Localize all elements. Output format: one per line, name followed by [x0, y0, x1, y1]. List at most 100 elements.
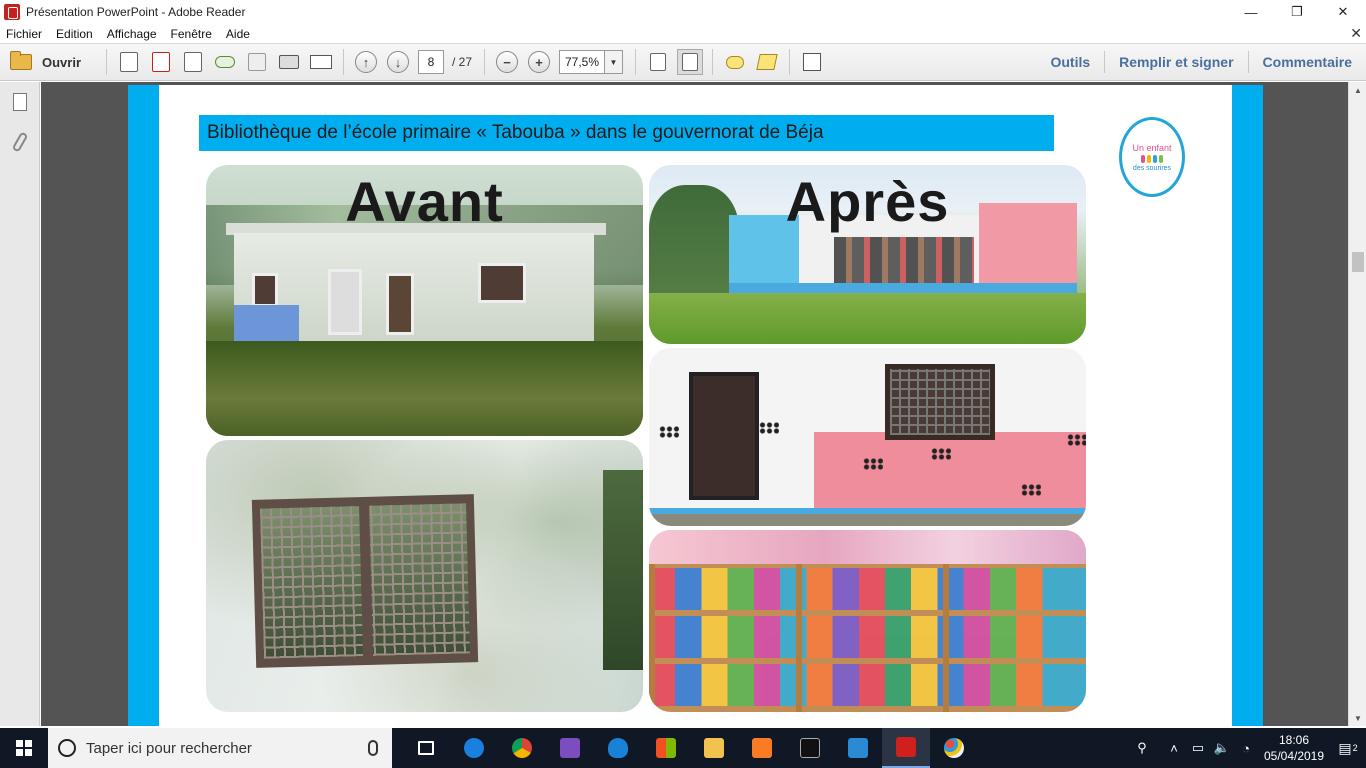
- attachments-button[interactable]: [0, 122, 40, 162]
- adobe-reader-icon[interactable]: [882, 728, 930, 768]
- scroll-down-icon[interactable]: ▼: [1349, 710, 1366, 726]
- save-button[interactable]: [244, 49, 270, 75]
- zoom-in-button[interactable]: +: [528, 51, 551, 73]
- menu-edition[interactable]: Edition: [56, 27, 93, 41]
- clock[interactable]: 18:06 05/04/2019: [1258, 732, 1330, 764]
- scrollbar-thumb[interactable]: [1352, 252, 1364, 272]
- page-total: / 27: [452, 55, 473, 69]
- window-controls: — ❐ ✕: [1228, 0, 1366, 24]
- zoom-input[interactable]: 77,5%: [559, 50, 606, 74]
- terminal-icon[interactable]: [786, 728, 834, 768]
- upload-cloud-button[interactable]: [212, 49, 238, 75]
- clock-time: 18:06: [1278, 733, 1310, 747]
- highlight-button[interactable]: [754, 49, 780, 75]
- full-screen-button[interactable]: [799, 49, 825, 75]
- xampp-icon[interactable]: [738, 728, 786, 768]
- plus-icon: +: [535, 54, 543, 70]
- edge-icon[interactable]: [594, 728, 642, 768]
- scroll-up-icon[interactable]: ▲: [1349, 82, 1366, 98]
- visual-studio-icon[interactable]: [546, 728, 594, 768]
- edit-pdf-button[interactable]: [180, 49, 206, 75]
- photo-after-library: [649, 530, 1086, 712]
- zoom-out-button[interactable]: −: [496, 51, 519, 73]
- task-view-icon[interactable]: [402, 728, 450, 768]
- paperclip-icon: [11, 131, 29, 153]
- document-view[interactable]: Bibliothèque de l’école primaire « Tabou…: [41, 82, 1348, 726]
- windows-logo-icon: [16, 740, 32, 756]
- navigation-panel: [0, 82, 40, 726]
- logo-text-bottom: des sourires: [1132, 164, 1172, 172]
- battery-icon[interactable]: ▭: [1186, 728, 1210, 768]
- envelope-icon: [310, 55, 332, 69]
- sticky-note-button[interactable]: [722, 49, 748, 75]
- logo-text-top: Un enfant: [1132, 142, 1172, 153]
- page-number-input[interactable]: 8: [418, 50, 444, 74]
- create-pdf-button[interactable]: [116, 49, 142, 75]
- menu-affichage[interactable]: Affichage: [107, 27, 157, 41]
- before-label: Avant: [345, 170, 504, 233]
- highlighter-icon: [756, 54, 778, 70]
- fit-width-button[interactable]: [645, 49, 671, 75]
- arrow-up-icon: ↑: [362, 54, 370, 70]
- arrow-down-icon: ↓: [394, 54, 402, 70]
- notification-icon: ▤: [1338, 739, 1352, 756]
- menu-fichier[interactable]: Fichier: [6, 27, 42, 41]
- photo-before-window: [206, 440, 643, 712]
- volume-muted-icon[interactable]: 🔈: [1210, 728, 1234, 768]
- windows-taskbar: Taper ici pour rechercher ⚲ ˄ ▭ 🔈 ◔ 18:0…: [0, 728, 1366, 768]
- menu-bar: Fichier Edition Affichage Fenêtre Aide ✕: [0, 24, 1366, 43]
- fit-page-icon: [682, 53, 699, 71]
- page-thumbnails-button[interactable]: [0, 82, 40, 122]
- combine-pdf-icon: [152, 52, 170, 72]
- toolbar-separator: [789, 49, 791, 75]
- main-toolbar: Ouvrir ↑ ↓ 8 / 27 − + 77,5% ▼ Outils Rem…: [0, 43, 1366, 81]
- comment-bubble-icon: [726, 55, 745, 69]
- wifi-icon[interactable]: ◔: [1234, 728, 1258, 768]
- search-placeholder: Taper ici pour rechercher: [86, 739, 252, 757]
- chevron-up-icon[interactable]: ˄: [1162, 728, 1186, 768]
- toolbar-right-panel: Outils Remplir et signer Commentaire: [1036, 44, 1366, 80]
- previous-page-button[interactable]: ↑: [355, 51, 377, 73]
- teamviewer-icon[interactable]: [450, 728, 498, 768]
- minus-icon: −: [503, 54, 511, 70]
- comment-tab[interactable]: Commentaire: [1249, 50, 1366, 74]
- start-button[interactable]: [0, 728, 48, 768]
- save-icon: [248, 53, 266, 71]
- photo-before-building: Avant: [206, 165, 643, 436]
- menu-fenetre[interactable]: Fenêtre: [171, 27, 212, 41]
- create-pdf-icon: [120, 52, 138, 72]
- close-document-button[interactable]: ✕: [1350, 25, 1362, 42]
- restore-button[interactable]: ❐: [1274, 0, 1320, 24]
- paint-icon[interactable]: [930, 728, 978, 768]
- close-button[interactable]: ✕: [1320, 0, 1366, 24]
- after-label: Après: [785, 170, 950, 233]
- cloud-upload-icon: [215, 56, 235, 68]
- microphone-icon[interactable]: [368, 740, 378, 756]
- email-button[interactable]: [308, 49, 334, 75]
- notification-count: 2: [1352, 743, 1358, 753]
- toolbar-separator: [484, 49, 486, 75]
- system-tray: ⚲ ˄ ▭ 🔈 ◔ 18:06 05/04/2019 ▤ 2: [1130, 728, 1366, 768]
- next-page-button[interactable]: ↓: [387, 51, 409, 73]
- fill-and-sign-tab[interactable]: Remplir et signer: [1105, 50, 1247, 74]
- vertical-scrollbar[interactable]: ▲ ▼: [1348, 82, 1366, 726]
- vscode-icon[interactable]: [834, 728, 882, 768]
- people-icon[interactable]: ⚲: [1130, 728, 1154, 768]
- open-button[interactable]: Ouvrir: [0, 51, 100, 70]
- combine-pdf-button[interactable]: [148, 49, 174, 75]
- edit-pdf-icon: [184, 52, 202, 72]
- action-center-button[interactable]: ▤ 2: [1330, 728, 1366, 768]
- zoom-select[interactable]: 77,5% ▼: [559, 50, 624, 74]
- chevron-down-icon[interactable]: ▼: [605, 50, 624, 74]
- taskbar-search-box[interactable]: Taper ici pour rechercher: [48, 728, 392, 768]
- toolbar-separator: [106, 49, 107, 75]
- store-icon[interactable]: [642, 728, 690, 768]
- file-explorer-icon[interactable]: [690, 728, 738, 768]
- tools-tab[interactable]: Outils: [1036, 50, 1104, 74]
- fit-page-button[interactable]: [677, 49, 704, 75]
- print-button[interactable]: [276, 49, 302, 75]
- chrome-icon[interactable]: [498, 728, 546, 768]
- menu-aide[interactable]: Aide: [226, 27, 250, 41]
- minimize-button[interactable]: —: [1228, 0, 1274, 24]
- pages-icon: [8, 89, 27, 111]
